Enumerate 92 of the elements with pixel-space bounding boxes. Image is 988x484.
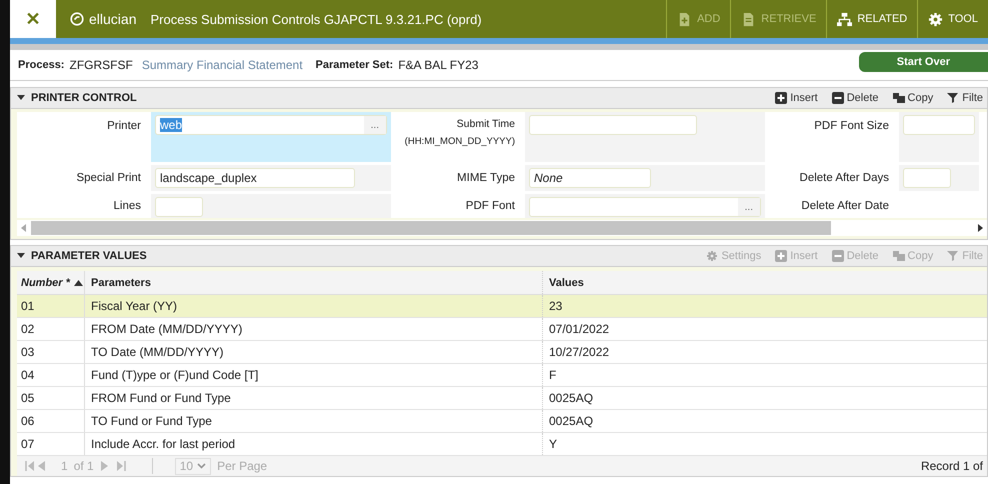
- table-cell: 07: [21, 437, 34, 451]
- input-field[interactable]: None: [529, 168, 651, 188]
- table-cell: 23: [549, 299, 562, 313]
- table-cell: 04: [21, 368, 34, 382]
- lookup-button[interactable]: ...: [364, 116, 386, 134]
- input-field[interactable]: [903, 168, 951, 188]
- table-cell: 10/27/2022: [549, 345, 610, 359]
- filter-icon: [947, 92, 960, 104]
- field-value: landscape_duplex: [160, 171, 257, 185]
- collapse-icon[interactable]: [17, 95, 25, 101]
- parameter-set-label: Parameter Set:: [316, 59, 394, 71]
- table-cell: Y: [549, 437, 558, 451]
- table-cell: 0025AQ: [549, 414, 594, 428]
- table-row[interactable]: 06 TO Fund or Fund Type 0025AQ: [17, 410, 987, 433]
- close-button[interactable]: ✕: [10, 0, 56, 38]
- input-field[interactable]: [155, 197, 203, 217]
- toolbar-button[interactable]: Insert: [771, 92, 822, 104]
- logo-icon: [70, 12, 84, 26]
- toolbar-button[interactable]: Copy: [888, 92, 938, 104]
- column-header[interactable]: Parameters: [85, 271, 543, 294]
- field-label: PDF Font Size: [814, 120, 889, 132]
- table-row[interactable]: 05 FROM Fund or Fund Type 0025AQ: [17, 387, 987, 410]
- brand-name: ellucian: [89, 11, 136, 27]
- field-label: Delete After Days: [800, 172, 889, 184]
- toolbar-button[interactable]: Delete: [828, 92, 883, 104]
- table-cell: 0025AQ: [549, 391, 594, 405]
- minus-icon: [832, 250, 844, 262]
- table-cell: FROM Fund or Fund Type: [91, 391, 231, 405]
- table-cell: 07/01/2022: [549, 322, 610, 336]
- table-row[interactable]: 02 FROM Date (MM/DD/YYYY) 07/01/2022: [17, 318, 987, 341]
- column-header[interactable]: Number *: [17, 271, 85, 294]
- table-cell: Fiscal Year (YY): [91, 299, 178, 313]
- copy-icon: [892, 92, 905, 104]
- field-label: Delete After Date: [801, 200, 889, 212]
- filter-icon: [947, 250, 960, 262]
- field-value: web: [160, 118, 182, 132]
- copy-icon: [892, 250, 905, 262]
- collapse-icon[interactable]: [17, 253, 25, 259]
- window-title: Process Submission Controls GJAPCTL 9.3.21.PC (oprd): [150, 12, 482, 26]
- page-number: 1: [61, 459, 68, 473]
- per-page-label: Per Page: [217, 459, 268, 473]
- table-cell: 03: [21, 345, 34, 359]
- parameter-set-value: F&A BAL FY23: [398, 58, 478, 72]
- lookup-button[interactable]: ...: [738, 198, 760, 216]
- field-label: Lines: [114, 200, 141, 212]
- section-title: PARAMETER VALUES: [31, 250, 147, 262]
- hierarchy-icon: [837, 12, 852, 26]
- record-count: Record 1 of: [920, 459, 984, 473]
- input-field[interactable]: [529, 115, 697, 135]
- scrollbar-thumb[interactable]: [31, 221, 831, 235]
- table-cell: TO Fund or Fund Type: [91, 414, 212, 428]
- table-cell: 02: [21, 322, 34, 336]
- table-cell: F: [549, 368, 556, 382]
- sort-ascending-icon[interactable]: [74, 280, 83, 286]
- page-count: of 1: [74, 459, 94, 473]
- process-label: Process:: [18, 59, 64, 71]
- input-field[interactable]: landscape_duplex: [155, 168, 355, 188]
- scroll-left-icon[interactable]: [21, 224, 27, 232]
- input-field[interactable]: web ...: [155, 115, 387, 135]
- input-field[interactable]: ...: [529, 197, 761, 217]
- table-cell: 05: [21, 391, 34, 405]
- table-cell: Fund (T)ype or (F)und Code [T]: [91, 368, 258, 382]
- table-cell: FROM Date (MM/DD/YYYY): [91, 322, 242, 336]
- field-label: PDF Font: [466, 200, 515, 212]
- plus-icon: [775, 250, 788, 262]
- table-cell: TO Date (MM/DD/YYYY): [91, 345, 224, 359]
- scroll-right-icon[interactable]: [977, 224, 983, 232]
- table-row[interactable]: 03 TO Date (MM/DD/YYYY) 10/27/2022: [17, 341, 987, 364]
- caret-down-icon: [197, 463, 206, 469]
- gear-icon: [706, 250, 718, 262]
- plus-icon: [775, 92, 788, 104]
- table-cell: 01: [21, 299, 34, 313]
- table-cell: Include Accr. for last period: [91, 437, 236, 451]
- input-field[interactable]: [903, 115, 975, 135]
- field-label: Special Print: [76, 172, 141, 184]
- field-label: MIME Type: [457, 172, 515, 184]
- field-label: Printer: [107, 120, 141, 132]
- start-over-button[interactable]: Start Over: [858, 52, 988, 72]
- process-name: Summary Financial Statement: [142, 58, 303, 72]
- section-title: PRINTER CONTROL: [31, 92, 137, 104]
- table-cell: 06: [21, 414, 34, 428]
- gear-icon: [928, 12, 944, 26]
- toolbar-button[interactable]: Filte: [943, 92, 987, 104]
- process-code: ZFGRSFSF: [69, 58, 133, 72]
- minus-icon: [832, 92, 844, 104]
- field-label: Submit Time: [456, 118, 515, 130]
- format-hint: (HH:MI_MON_DD_YYYY): [404, 136, 515, 147]
- column-header[interactable]: Values: [543, 271, 987, 294]
- table-row[interactable]: 07 Include Accr. for last period Y: [17, 433, 987, 456]
- placeholder-text: None: [534, 171, 563, 185]
- table-row[interactable]: 01 Fiscal Year (YY) 23: [17, 295, 987, 318]
- table-row[interactable]: 04 Fund (T)ype or (F)und Code [T] F: [17, 364, 987, 387]
